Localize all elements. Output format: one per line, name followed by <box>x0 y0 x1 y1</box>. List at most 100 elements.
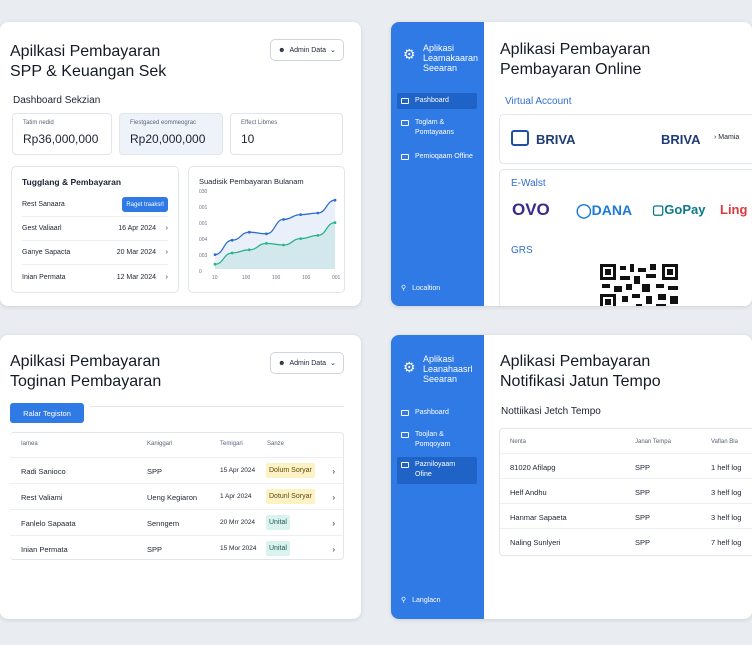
more-banks[interactable]: › Mamia <box>714 134 739 141</box>
status-badge: Unital <box>266 515 290 530</box>
more-banks-label: Mamia <box>718 134 740 141</box>
y-tick-label: 003 <box>199 253 208 259</box>
stat-label: Fiestgaced eommeograc <box>130 120 197 126</box>
briva-option[interactable]: BRIVA <box>536 132 575 147</box>
gear-icon: ⚙ <box>403 46 416 62</box>
user-icon: ☻ <box>278 359 286 367</box>
location-icon: ⚲ <box>401 597 407 604</box>
x-tick-label: 100 <box>272 275 281 281</box>
status-badge: Dotunl Soryar <box>266 489 315 504</box>
y-tick-label: 030 <box>199 189 208 195</box>
stat-card: Tatim nedid Rp36,000,000 <box>12 113 112 155</box>
table-row[interactable]: Rest Valiami Ueng Kegiaron 1 Apr 2024 Do… <box>10 483 343 509</box>
chevron-right-icon: › <box>332 467 335 476</box>
data-point <box>316 234 320 237</box>
table-row[interactable]: Hanmar Sapaeta SPP 3 helf log <box>500 503 752 528</box>
chevron-right-icon: › <box>165 225 168 232</box>
column-header: Janan Tempa <box>635 439 671 445</box>
data-point <box>230 238 234 242</box>
data-point <box>265 242 268 245</box>
chevron-right-icon: › <box>332 493 335 502</box>
cell-category: SPP <box>635 513 651 522</box>
qr-code-icon[interactable] <box>600 264 680 306</box>
stat-value: Rp20,000,000 <box>130 132 206 146</box>
cell-name: Naling Sunlyeri <box>510 538 561 547</box>
title-line-2: Toginan Pembayaran <box>10 373 162 390</box>
notification-card: ⚙ Aplikasi Leanahaasrl Seearan Pashboard… <box>391 335 752 619</box>
list-item[interactable]: Gest Valiaarl 16 Apr 2024 › <box>22 217 168 241</box>
data-point <box>265 232 268 236</box>
cell-name: Helf Andhu <box>510 488 547 497</box>
sidebar-item-location[interactable]: ⚲ Langlacn <box>397 593 477 609</box>
sidebar-item-billing[interactable]: Toojlan & Pomqoyam <box>397 427 477 453</box>
list-item[interactable]: Rest Sanaara Raget traaksrl <box>22 193 168 217</box>
table-row[interactable]: Fanlelo Sapaata Senngem 20 Mrr 2024 Unit… <box>10 509 343 535</box>
list-item-name: Ganye Sapacta <box>22 249 71 256</box>
billing-table: Iamea Kaniggari Temigari Sanze Radi Sani… <box>10 432 344 560</box>
column-header: Vaflan Bla <box>711 439 738 445</box>
cell-due: 7 helf log <box>711 538 742 547</box>
list-item[interactable]: Inian Permata 12 Mar 2024 › <box>22 265 168 289</box>
admin-label: Admin Data <box>289 359 327 367</box>
data-point <box>282 243 285 247</box>
stat-card: Fiestgaced eommeograc Rp20,000,000 <box>119 113 223 155</box>
section-ewallet: E-Walst <box>511 178 546 189</box>
gopay-option[interactable]: ▢GoPay <box>652 202 705 218</box>
divider <box>90 406 344 407</box>
gear-icon: ⚙ <box>403 359 416 375</box>
chart-panel: Suadisik Pembayaran Bulanam 030 001 001 004… <box>188 166 345 293</box>
cell-date: 15 Mor 2024 <box>220 545 257 552</box>
list-item-date: 16 Apr 2024 <box>118 225 156 232</box>
sidebar-item-dashboard[interactable]: Pashboard <box>397 405 477 421</box>
title-line-2: Notifikasi Jatun Tempo <box>500 373 661 390</box>
status-badge: Unital <box>266 541 290 556</box>
linkaja-option[interactable]: Ling <box>720 202 747 217</box>
gopay-label: GoPay <box>664 202 706 217</box>
sidebar-item-dashboard[interactable]: Pashboard <box>397 93 477 109</box>
cell-category: SPP <box>635 538 651 547</box>
title-line-1: Apilkasi Pembayaran <box>10 353 161 370</box>
cell-name: Rest Valiami <box>21 493 63 502</box>
data-point <box>230 251 234 255</box>
dashboard-icon <box>401 410 409 416</box>
data-point <box>299 237 303 240</box>
table-row[interactable]: Helf Andhu SPP 3 helf log <box>500 478 752 503</box>
table-row[interactable]: Inian Permata SPP 15 Mor 2024 Unital › <box>10 535 343 559</box>
sidebar-item-billing[interactable]: Toglam & Pomtayaans <box>397 115 477 141</box>
add-transaction-button[interactable]: Raget traaksrl <box>122 197 168 212</box>
list-item-name: Gest Valiaarl <box>22 225 62 232</box>
admin-dropdown[interactable]: ☻ Admin Data ⌄ <box>270 352 344 374</box>
cell-category: SPP <box>147 545 163 554</box>
sidebar-item-label: Pashboard <box>415 409 449 416</box>
bank-card-icon <box>511 130 529 146</box>
title-line-1: Apilkasi Pembayaran <box>10 43 161 60</box>
sidebar-item-offline[interactable]: Pazniloyaam Ofine <box>397 457 477 484</box>
column-header: Kaniggari <box>147 441 173 447</box>
sidebar-item-location[interactable]: ⚲ Localtion <box>397 281 477 297</box>
ovo-option[interactable]: OVO <box>512 200 550 220</box>
sidebar-item-label: Localtion <box>412 285 441 292</box>
cell-due: 3 helf log <box>711 488 742 497</box>
table-row[interactable]: Naling Sunlyeri SPP 7 helf log <box>500 528 752 553</box>
online-payment-card: ⚙ Aplikasi Leamakaaran Seearan Pashboard… <box>391 22 752 306</box>
cell-name: Radi Sanioco <box>21 467 66 476</box>
user-icon: ☻ <box>278 46 286 54</box>
table-row[interactable]: Radi Sanioco SPP 15 Apr 2024 Dolum Sorya… <box>10 457 343 483</box>
line-chart: 030 001 001 004 003 0 10 100 100 100 001 <box>199 189 341 281</box>
list-item-name: Rest Sanaara <box>22 201 65 208</box>
dana-option[interactable]: ◯DANA <box>576 202 632 219</box>
sidebar-item-label: Toojlan & Pomqoyam <box>415 431 451 448</box>
table-row[interactable]: 81020 Afilapg SPP 1 helf log <box>500 453 752 478</box>
cell-date: 15 Apr 2024 <box>220 467 256 474</box>
sidebar-item-label: Toglam & Pomtayaans <box>415 119 454 136</box>
add-billing-button[interactable]: Ralar Tegiston <box>10 403 84 423</box>
list-item[interactable]: Ganye Sapacta 20 Mar 2024 › <box>22 241 168 265</box>
sidebar-item-offline[interactable]: Pemioqaam Offine <box>397 149 477 165</box>
dashboard-icon <box>401 98 409 104</box>
chevron-right-icon: › <box>332 519 335 528</box>
briva-logo[interactable]: BRIVA <box>661 132 700 147</box>
cell-date: 1 Apr 2024 <box>220 493 252 500</box>
stat-value: Rp36,000,000 <box>23 132 99 146</box>
admin-dropdown[interactable]: ☻ Admin Data ⌄ <box>270 39 344 61</box>
x-tick-label: 001 <box>332 275 341 281</box>
